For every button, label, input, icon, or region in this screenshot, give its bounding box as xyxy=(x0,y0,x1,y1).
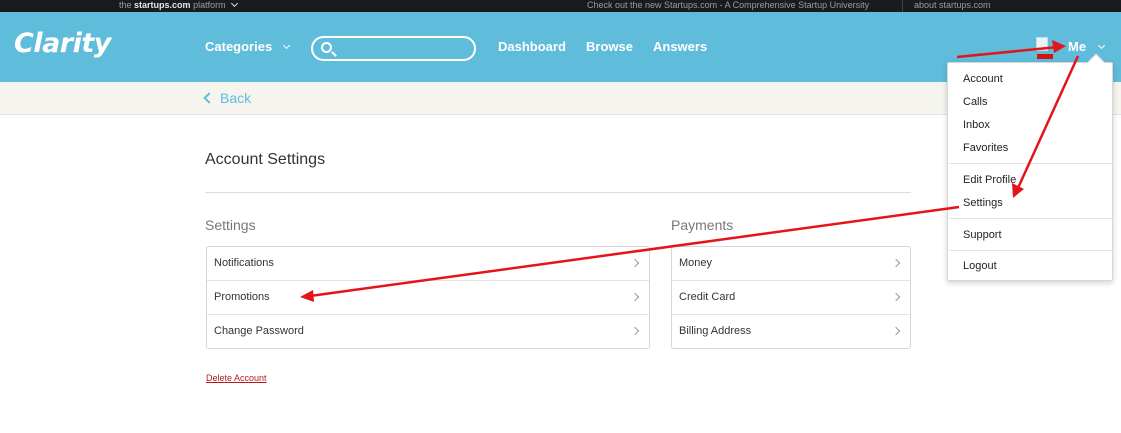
chevron-down-icon xyxy=(282,41,290,50)
delete-account-link[interactable]: Delete Account xyxy=(206,373,267,383)
payments-section-title: Payments xyxy=(671,217,734,233)
logo[interactable]: Clarity xyxy=(14,28,111,59)
platform-brand: startups.com xyxy=(134,0,191,10)
search-input[interactable] xyxy=(339,40,469,57)
chevron-down-icon xyxy=(1097,41,1105,50)
back-label: Back xyxy=(220,90,252,106)
settings-item-promotions[interactable]: Promotions xyxy=(207,281,649,315)
payments-item-billing-address[interactable]: Billing Address xyxy=(672,315,910,348)
menu-divider xyxy=(949,163,1113,164)
settings-item-change-password[interactable]: Change Password xyxy=(207,315,649,348)
platform-switcher[interactable]: the startups.com platform xyxy=(119,0,239,11)
categories-menu[interactable]: Categories xyxy=(205,39,290,54)
menu-item-support[interactable]: Support xyxy=(963,229,1002,241)
menu-divider xyxy=(949,218,1113,219)
search-box[interactable] xyxy=(311,36,476,61)
platform-strip: the startups.com platform Check out the … xyxy=(0,0,1121,12)
me-menu-toggle[interactable]: Me xyxy=(1068,39,1105,54)
about-link[interactable]: about startups.com xyxy=(914,0,991,11)
divider xyxy=(205,192,911,193)
back-link[interactable]: Back xyxy=(203,90,252,106)
list-item-label: Credit Card xyxy=(679,291,736,303)
list-item-label: Promotions xyxy=(214,291,270,303)
broken-image-icon xyxy=(1036,37,1048,51)
chevron-right-icon xyxy=(891,326,901,336)
list-item-label: Billing Address xyxy=(679,325,752,337)
menu-item-settings[interactable]: Settings xyxy=(963,197,1003,209)
menu-item-edit-profile[interactable]: Edit Profile xyxy=(963,174,1016,186)
payments-list: Money Credit Card Billing Address xyxy=(671,246,911,349)
chevron-right-icon xyxy=(630,326,640,336)
settings-list: Notifications Promotions Change Password xyxy=(206,246,650,349)
nav-dashboard[interactable]: Dashboard xyxy=(498,39,566,54)
notification-badge xyxy=(1037,54,1053,59)
chevron-right-icon xyxy=(891,258,901,268)
settings-item-notifications[interactable]: Notifications xyxy=(207,247,649,281)
platform-suffix: platform xyxy=(193,0,226,10)
nav-browse[interactable]: Browse xyxy=(586,39,633,54)
list-item-label: Money xyxy=(679,257,713,269)
menu-item-account[interactable]: Account xyxy=(963,73,1003,85)
avatar[interactable] xyxy=(1036,37,1054,61)
nav-answers[interactable]: Answers xyxy=(653,39,707,54)
list-item-label: Change Password xyxy=(214,325,304,337)
user-dropdown-menu: Account Calls Inbox Favorites Edit Profi… xyxy=(947,62,1113,281)
platform-prefix: the xyxy=(119,0,132,10)
payments-item-money[interactable]: Money xyxy=(672,247,910,281)
search-icon xyxy=(321,42,332,53)
chevron-right-icon xyxy=(891,292,901,302)
settings-section-title: Settings xyxy=(205,217,256,233)
list-item-label: Notifications xyxy=(214,257,274,269)
categories-label: Categories xyxy=(205,39,273,54)
menu-item-calls[interactable]: Calls xyxy=(963,96,987,108)
menu-item-favorites[interactable]: Favorites xyxy=(963,142,1008,154)
divider xyxy=(902,0,903,12)
chevron-right-icon xyxy=(630,292,640,302)
promo-link[interactable]: Check out the new Startups.com - A Compr… xyxy=(587,0,869,11)
payments-item-credit-card[interactable]: Credit Card xyxy=(672,281,910,315)
menu-item-inbox[interactable]: Inbox xyxy=(963,119,990,131)
chevron-left-icon xyxy=(203,92,215,104)
me-label: Me xyxy=(1068,39,1087,54)
menu-item-logout[interactable]: Logout xyxy=(963,260,997,272)
chevron-down-icon xyxy=(231,0,239,8)
menu-divider xyxy=(949,250,1113,251)
page-title: Account Settings xyxy=(205,151,326,168)
chevron-right-icon xyxy=(630,258,640,268)
